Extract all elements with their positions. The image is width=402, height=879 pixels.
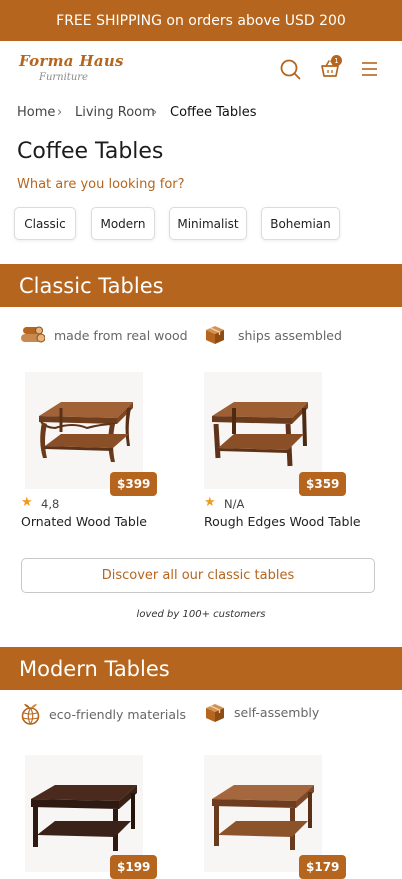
section-title: Classic Tables <box>19 273 164 298</box>
cart-button[interactable]: 1 <box>319 55 343 81</box>
brand-logo[interactable]: Forma Haus Furniture <box>19 52 124 83</box>
product-card[interactable]: $399 ★ 4,8 Ornated Wood Table <box>21 372 181 532</box>
price-badge: $179 <box>299 855 347 879</box>
feature-self-assembly: self-assembly <box>234 705 320 720</box>
star-icon: ★ <box>204 495 216 510</box>
product-card[interactable]: $179 <box>204 755 347 879</box>
search-icon[interactable] <box>279 58 301 80</box>
chevron-right-icon: › <box>152 105 158 120</box>
price-badge: $399 <box>110 472 158 496</box>
feature-eco-friendly: eco-friendly materials <box>49 707 187 722</box>
product-rating: N/A <box>224 497 245 511</box>
product-name: Ornated Wood Table <box>21 514 147 529</box>
discover-classic-button[interactable]: Discover all our classic tables <box>21 558 375 593</box>
box-icon <box>204 324 226 346</box>
breadcrumb-coffee-tables: Coffee Tables <box>170 105 257 120</box>
page-subtitle: What are you looking for? <box>17 177 185 192</box>
menu-icon[interactable] <box>361 61 378 77</box>
cart-count-badge: 1 <box>331 55 342 66</box>
page-title: Coffee Tables <box>17 139 164 164</box>
feature-ships-assembled: ships assembled <box>238 328 342 343</box>
section-header-classic: Classic Tables <box>0 264 402 307</box>
star-icon: ★ <box>21 495 33 510</box>
breadcrumb-living-room[interactable]: Living Room <box>75 105 155 120</box>
shipping-banner-text: FREE SHIPPING on orders above USD 200 <box>56 12 346 29</box>
chip-classic[interactable]: Classic <box>14 207 76 240</box>
breadcrumb-home[interactable]: Home <box>17 105 55 120</box>
product-card[interactable]: $199 <box>25 755 165 879</box>
loved-by-text: loved by 100+ customers <box>136 609 266 620</box>
box-icon <box>204 702 226 724</box>
product-card[interactable]: $359 ★ N/A Rough Edges Wood Table <box>204 372 374 532</box>
shipping-banner: FREE SHIPPING on orders above USD 200 <box>0 0 402 41</box>
chip-bohemian[interactable]: Bohemian <box>261 207 340 240</box>
section-header-modern: Modern Tables <box>0 647 402 690</box>
feature-real-wood: made from real wood <box>54 328 188 343</box>
chevron-right-icon: › <box>57 105 63 120</box>
section-title: Modern Tables <box>19 656 170 681</box>
brand-tagline: Furniture <box>39 72 88 83</box>
price-badge: $199 <box>110 855 158 879</box>
brand-name: Forma Haus <box>19 52 124 70</box>
price-badge: $359 <box>299 472 347 496</box>
product-name: Rough Edges Wood Table <box>204 514 361 529</box>
chip-modern[interactable]: Modern <box>91 207 155 240</box>
product-rating: 4,8 <box>41 497 60 511</box>
eco-globe-icon <box>20 703 41 726</box>
wood-logs-icon <box>19 323 46 345</box>
chip-minimalist[interactable]: Minimalist <box>169 207 247 240</box>
